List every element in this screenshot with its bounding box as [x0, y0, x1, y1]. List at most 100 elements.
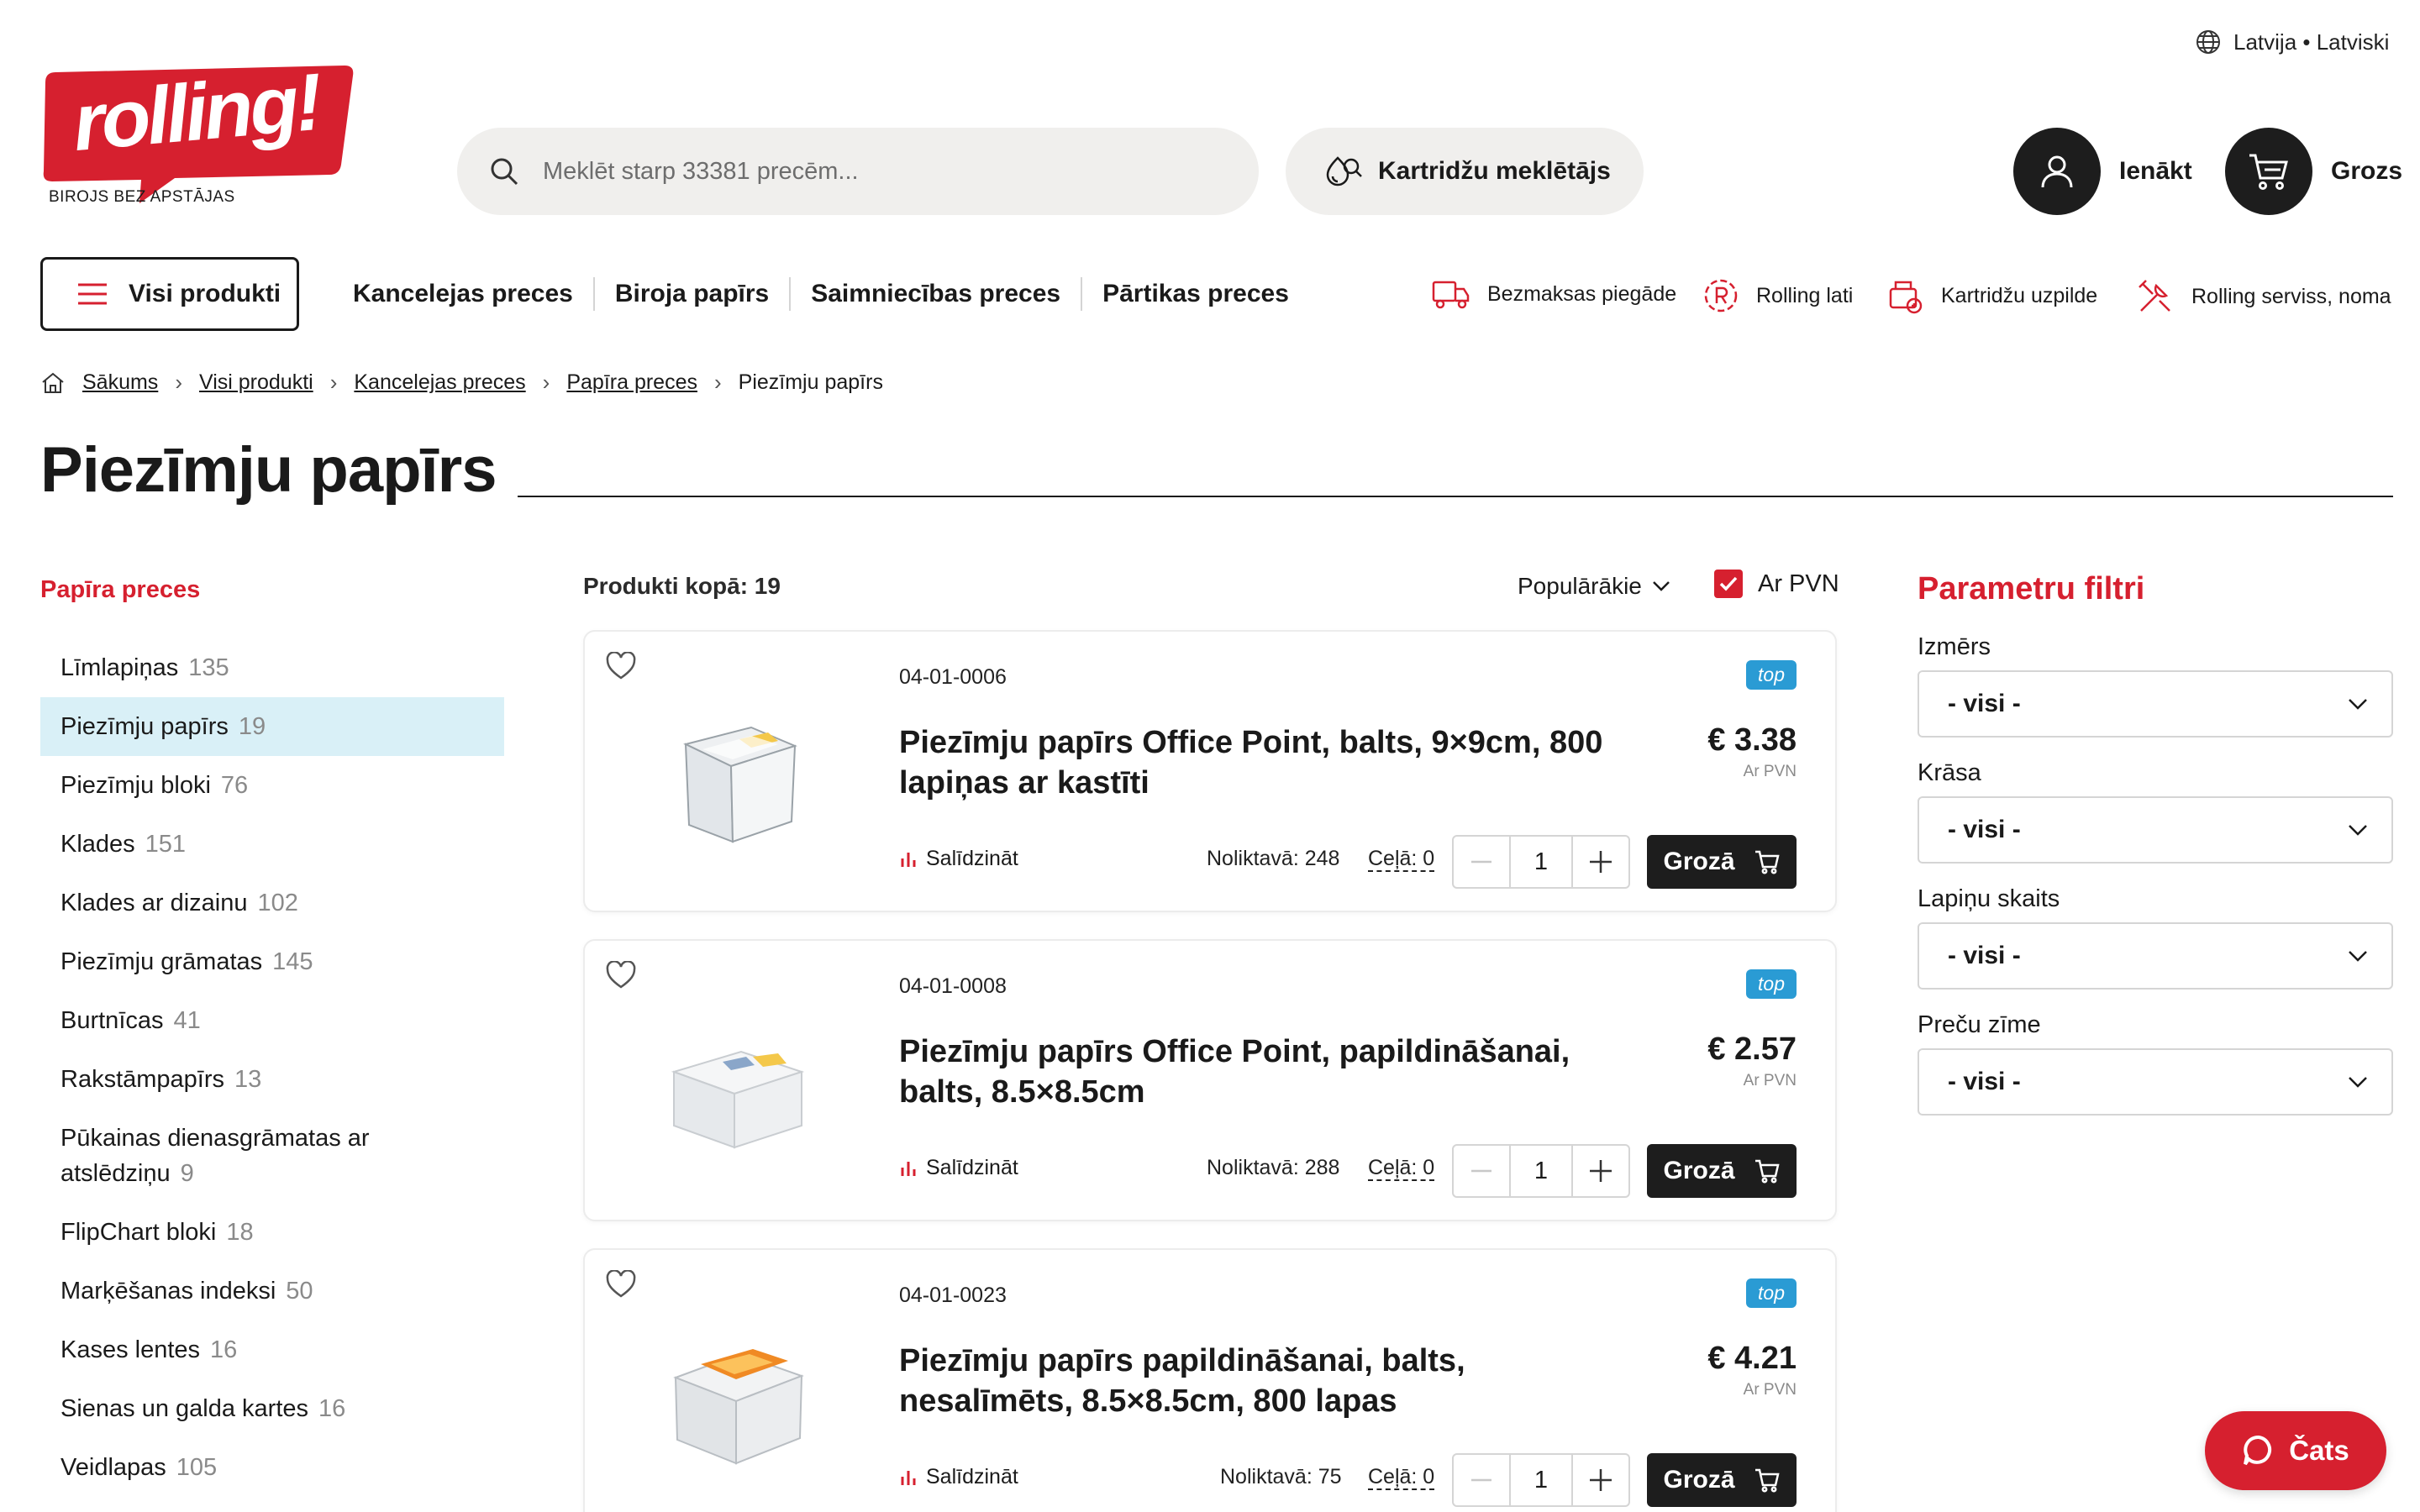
sidebar-item-label: FlipChart bloki — [60, 1219, 217, 1246]
sidebar-item-count: 16 — [318, 1395, 346, 1422]
add-to-cart-button[interactable]: Grozā — [1647, 835, 1797, 889]
cartridge-finder-button[interactable]: Kartridžu meklētājs — [1286, 128, 1644, 215]
sidebar-item-wall-maps[interactable]: Sienas un galda kartes 16 — [40, 1379, 504, 1438]
sidebar-item-forms[interactable]: Veidlapas 105 — [40, 1438, 504, 1497]
quantity-value[interactable]: 1 — [1509, 1455, 1573, 1505]
product-total: Produkti kopā: 19 — [583, 573, 781, 599]
sidebar-category-list: Līmlapiņas 135 Piezīmju papīrs 19 Piezīmju… — [40, 638, 504, 1497]
breadcrumb-link[interactable]: Papīra preces — [566, 370, 697, 395]
transit-info[interactable]: Ceļā: 0 — [1368, 847, 1435, 872]
compare-button[interactable]: Salīdzināt — [899, 847, 1018, 871]
add-to-cart-button[interactable]: Grozā — [1647, 1144, 1797, 1198]
sidebar-item-label: Klades ar dizainu — [60, 890, 248, 916]
user-icon — [2013, 128, 2101, 215]
sidebar-item-flipchart-pads[interactable]: FlipChart bloki 18 — [40, 1203, 504, 1262]
service-rolling-lati[interactable]: Rolling lati — [1702, 277, 1853, 314]
login-button[interactable]: Ienākt — [2013, 128, 2192, 215]
minus-icon[interactable] — [1454, 1146, 1509, 1196]
transit-info[interactable]: Ceļā: 0 — [1368, 1156, 1435, 1181]
sidebar-item-count: 105 — [176, 1454, 218, 1481]
filter-label-color: Krāsa — [1918, 759, 1981, 786]
product-price: € 3.38 — [1707, 722, 1797, 758]
sidebar-heading[interactable]: Papīra preces — [40, 576, 200, 604]
sidebar-item-fluffy-diaries[interactable]: Pūkainas dienasgrāmatas ar atslēdziņu 9 — [40, 1109, 402, 1203]
sidebar-item-design-notebooks[interactable]: Klades ar dizainu 102 — [40, 874, 504, 932]
sidebar-item-label: Piezīmju papīrs — [60, 713, 229, 740]
minus-icon[interactable] — [1454, 837, 1509, 887]
chevron-down-icon — [2348, 1076, 2368, 1088]
product-image[interactable] — [652, 1309, 820, 1477]
all-products-label: Visi produkti — [129, 280, 281, 307]
top-badge: top — [1746, 660, 1797, 690]
filter-select-sheet-count[interactable]: - visi - — [1918, 922, 2393, 990]
quantity-value[interactable]: 1 — [1509, 1146, 1573, 1196]
search-bar[interactable] — [457, 128, 1259, 215]
add-to-cart-label: Grozā — [1663, 848, 1735, 875]
breadcrumb-link[interactable]: Sākums — [82, 370, 158, 395]
logo[interactable]: rolling! BIROJS BEZ APSTĀJAS — [40, 57, 356, 206]
filter-select-size[interactable]: - visi - — [1918, 670, 2393, 738]
heart-icon[interactable] — [605, 652, 637, 680]
plus-icon[interactable] — [1573, 1146, 1628, 1196]
filter-select-brand[interactable]: - visi - — [1918, 1048, 2393, 1116]
product-price: € 2.57 — [1707, 1032, 1797, 1067]
sidebar-item-note-pads[interactable]: Piezīmju bloki 76 — [40, 756, 504, 815]
service-free-delivery[interactable]: Bezmaksas piegāde — [1430, 277, 1676, 311]
sidebar-item-note-books[interactable]: Piezīmju grāmatas 145 — [40, 932, 504, 991]
search-input[interactable] — [543, 157, 1181, 186]
service-cartridge-refill[interactable]: Kartridžu uzpilde — [1886, 277, 2097, 314]
sidebar-item-till-rolls[interactable]: Kases lentes 16 — [40, 1320, 504, 1379]
quantity-value[interactable]: 1 — [1509, 837, 1573, 887]
product-code: 04-01-0008 — [899, 974, 1007, 998]
plus-icon[interactable] — [1573, 837, 1628, 887]
product-name[interactable]: Piezīmju papīrs Office Point, balts, 9×9… — [899, 722, 1639, 803]
chevron-down-icon — [1652, 580, 1670, 592]
product-image[interactable] — [652, 690, 820, 858]
login-label: Ienākt — [2119, 157, 2192, 185]
plus-icon[interactable] — [1573, 1455, 1628, 1505]
cart-icon — [2225, 128, 2312, 215]
heart-icon[interactable] — [605, 1270, 637, 1299]
logo-tagline: BIROJS BEZ APSTĀJAS — [49, 188, 235, 206]
nav-item-office-paper[interactable]: Biroja papīrs — [592, 277, 789, 311]
sidebar-item-index-tabs[interactable]: Marķēšanas indeksi 50 — [40, 1262, 504, 1320]
breadcrumb-link[interactable]: Kancelejas preces — [354, 370, 525, 395]
cart-button[interactable]: Grozs — [2225, 128, 2402, 215]
nav-item-food[interactable]: Pārtikas preces — [1081, 277, 1309, 311]
top-badge: top — [1746, 969, 1797, 999]
sidebar-item-count: 50 — [286, 1278, 313, 1305]
chevron-down-icon — [2348, 950, 2368, 962]
add-to-cart-label: Grozā — [1663, 1157, 1735, 1184]
sidebar-item-sticky-notes[interactable]: Līmlapiņas 135 — [40, 638, 504, 697]
sidebar-item-exercise-books[interactable]: Burtnīcas 41 — [40, 991, 504, 1050]
sidebar-item-writing-paper[interactable]: Rakstāmpapīrs 13 — [40, 1050, 504, 1109]
home-icon — [40, 371, 66, 395]
sidebar-item-notebooks[interactable]: Klades 151 — [40, 815, 504, 874]
chat-button[interactable]: Čats — [2205, 1411, 2386, 1490]
chevron-down-icon — [2348, 698, 2368, 710]
all-products-button[interactable]: Visi produkti — [40, 257, 299, 331]
cart-icon — [1754, 1467, 1781, 1493]
product-name[interactable]: Piezīmju papīrs Office Point, papildināš… — [899, 1032, 1639, 1112]
vat-toggle[interactable]: Ar PVN — [1714, 570, 1839, 598]
add-to-cart-button[interactable]: Grozā — [1647, 1453, 1797, 1507]
product-image[interactable] — [652, 1000, 820, 1168]
nav-item-household[interactable]: Saimniecības preces — [789, 277, 1081, 311]
sidebar-item-note-paper[interactable]: Piezīmju papīrs 19 — [40, 697, 504, 756]
nav-item-stationery[interactable]: Kancelejas preces — [353, 277, 593, 311]
sidebar-item-count: 18 — [226, 1219, 254, 1246]
filter-select-color[interactable]: - visi - — [1918, 796, 2393, 864]
product-name[interactable]: Piezīmju papīrs papildināšanai, balts, n… — [899, 1341, 1639, 1421]
sort-dropdown[interactable]: Populārākie — [1518, 573, 1670, 600]
service-rolling-service[interactable]: Rolling serviss, noma — [2136, 277, 2391, 316]
vat-checkbox[interactable] — [1714, 570, 1743, 598]
transit-info[interactable]: Ceļā: 0 — [1368, 1465, 1435, 1490]
sidebar-item-label: Kases lentes — [60, 1336, 201, 1363]
heart-icon[interactable] — [605, 961, 637, 990]
service-label: Rolling lati — [1756, 283, 1854, 307]
breadcrumb-link[interactable]: Visi produkti — [199, 370, 313, 395]
compare-button[interactable]: Salīdzināt — [899, 1156, 1018, 1180]
minus-icon[interactable] — [1454, 1455, 1509, 1505]
compare-button[interactable]: Salīdzināt — [899, 1465, 1018, 1489]
locale-switcher[interactable]: Latvija • Latviski — [2195, 29, 2389, 55]
